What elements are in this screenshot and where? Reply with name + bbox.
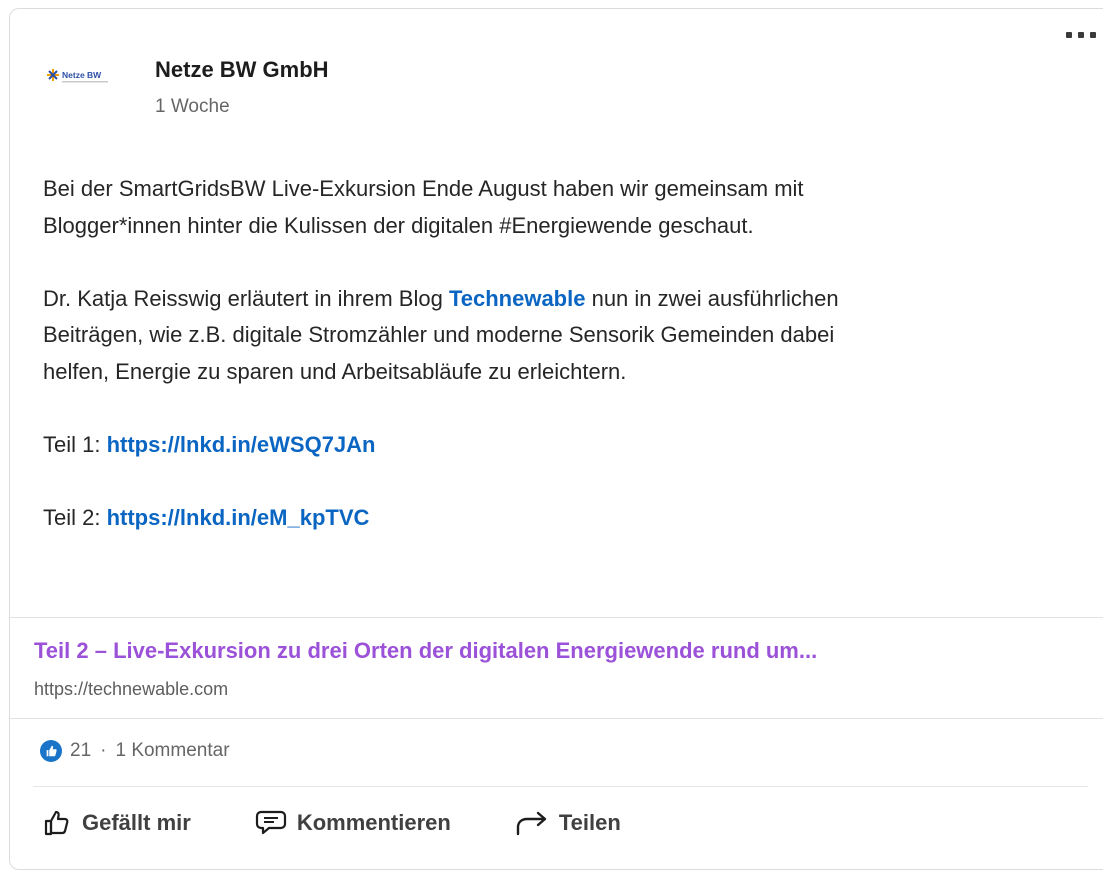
body-text: Bei der SmartGridsBW Live-Exkursion Ende… [43,176,804,201]
body-line: Blogger*innen hinter die Kulissen der di… [43,208,1083,245]
teil1-label: Teil 1: [43,431,107,457]
technewable-link[interactable]: Technewable [449,286,586,311]
link-preview-title[interactable]: Teil 2 – Live-Exkursion zu drei Orten de… [34,638,817,664]
action-bar: Gefällt mir Kommentieren Teilen [42,808,685,838]
body-line: Teil 1: https://lnkd.in/eWSQ7JAn [43,427,1083,464]
separator-dot: · [100,740,107,761]
body-text: Dr. Katja Reisswig erläutert in ihrem Bl… [43,285,449,311]
more-dot [1090,32,1096,38]
thumbs-up-icon [40,740,62,762]
share-button[interactable]: Teilen [515,809,621,837]
body-text: Blogger*innen hinter die Kulissen der di… [43,212,500,238]
body-text: nun in zwei ausführlichen [585,285,839,311]
body-text: geschaut. [652,212,754,238]
body-line: Bei der SmartGridsBW Live-Exkursion Ende… [43,171,1083,208]
netze-bw-logo-icon: Netze BW [47,69,108,83]
body-text: helfen, Energie zu sparen und Arbeitsabl… [43,358,627,384]
more-options-button[interactable] [1066,32,1096,38]
body-text: Beiträgen, wie z.B. digitale Stromzähler… [43,322,835,347]
like-button[interactable]: Gefällt mir [42,808,191,838]
company-logo[interactable]: Netze BW [45,66,135,94]
logo-text: Netze BW [62,70,102,80]
like-label: Gefällt mir [82,810,191,835]
comment-label: Kommentieren [296,810,451,835]
comment-button[interactable]: Kommentieren [255,809,451,837]
body-line: helfen, Energie zu sparen und Arbeitsabl… [43,354,1083,391]
post-timestamp: 1 Woche [155,96,230,117]
share-label: Teilen [558,810,621,835]
more-dot [1066,32,1072,38]
teil2-link[interactable]: https://lnkd.in/eM_kpTVC [107,505,370,530]
thumbs-up-icon [44,810,69,836]
more-dot [1078,32,1084,38]
body-line: Teil 2: https://lnkd.in/eM_kpTVC [43,500,1083,537]
social-counts: 21 · 1 Kommentar [40,740,230,762]
post-body: Bei der SmartGridsBW Live-Exkursion Ende… [43,171,1083,536]
divider [33,786,1088,787]
reaction-count[interactable]: 21 [70,740,91,762]
comment-count[interactable]: 1 Kommentar [115,740,229,762]
hashtag-link[interactable]: #Energiewende [499,213,652,238]
body-line: Dr. Katja Reisswig erläutert in ihrem Bl… [43,281,1083,318]
link-preview-url: https://technewable.com [34,679,229,699]
teil1-link[interactable]: https://lnkd.in/eWSQ7JAn [107,432,376,457]
comment-icon [255,810,286,835]
divider [9,617,1103,618]
divider [9,718,1103,719]
author-name[interactable]: Netze BW GmbH [155,57,329,83]
share-arrow-icon [516,811,547,836]
teil2-label: Teil 2: [43,504,107,530]
body-line: Beiträgen, wie z.B. digitale Stromzähler… [43,317,1083,354]
